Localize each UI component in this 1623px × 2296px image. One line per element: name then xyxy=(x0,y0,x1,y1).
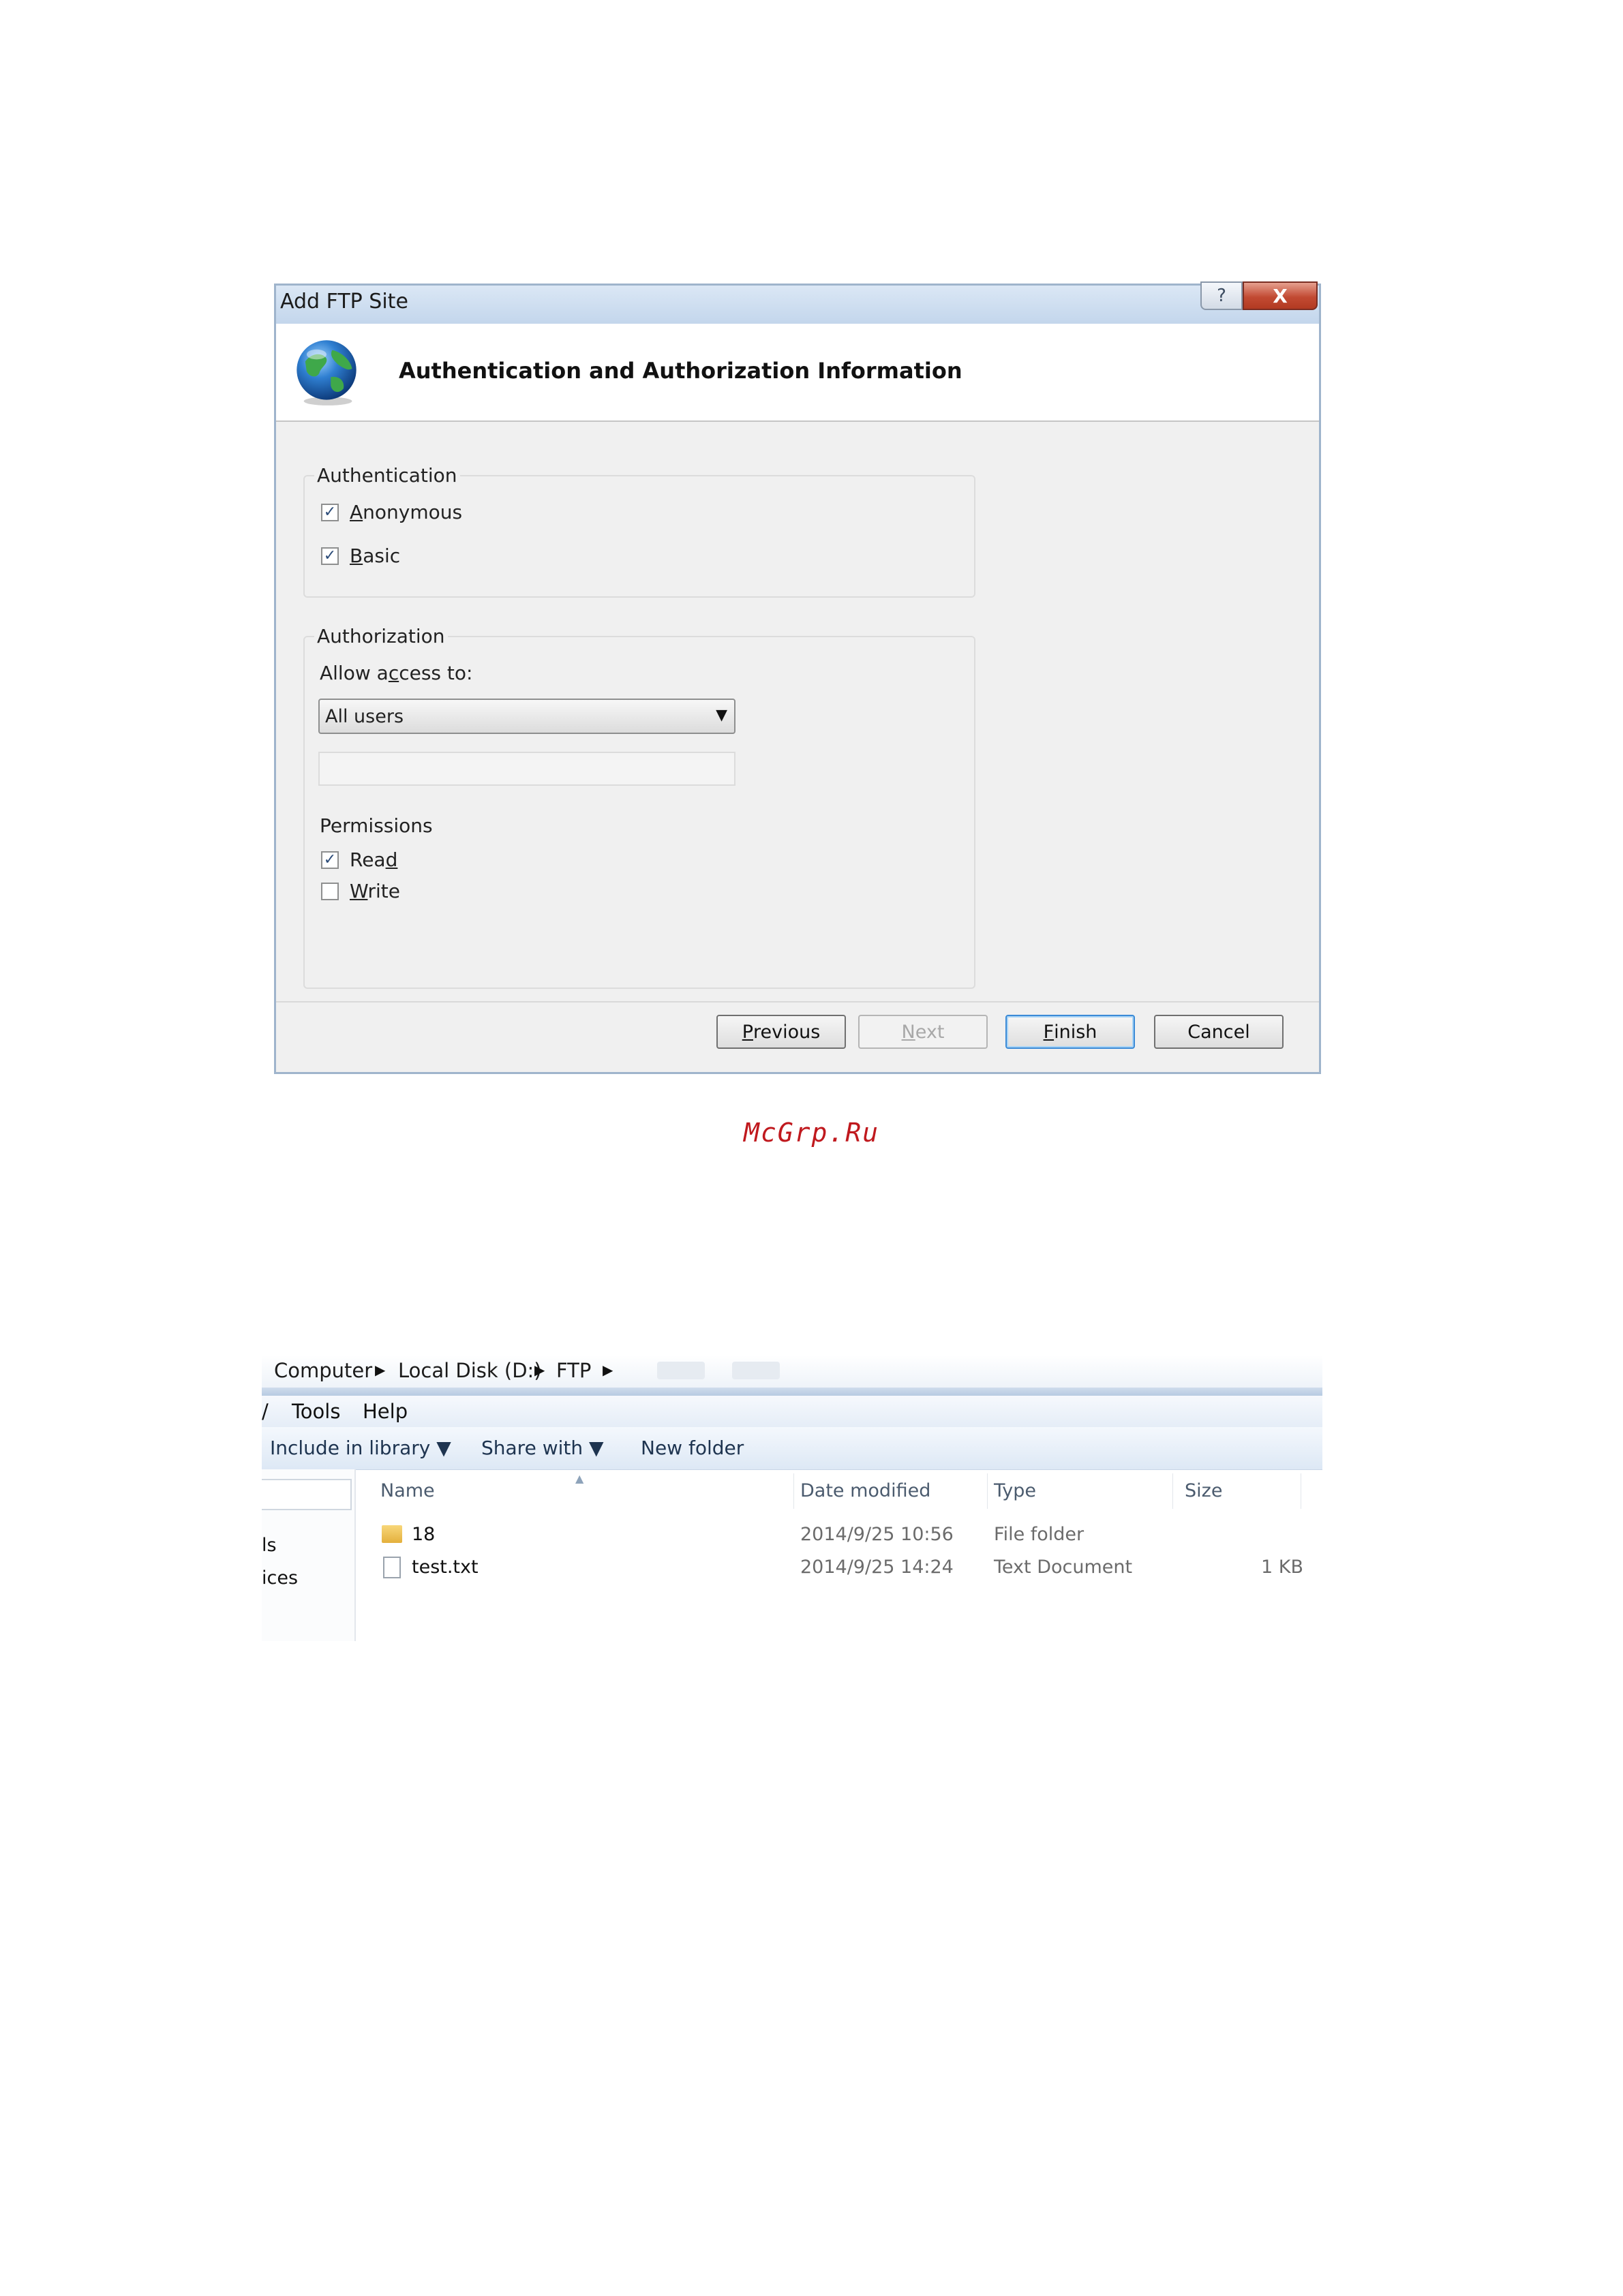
explorer-window: Computer ▶ Local Disk (D:) ▶ FTP ▶ / Too… xyxy=(262,1355,1322,1641)
blurred-crumb xyxy=(732,1362,780,1379)
file-date: 2014/9/25 14:24 xyxy=(800,1557,954,1578)
sort-ascending-icon: ▲ xyxy=(575,1472,584,1485)
file-name: test.txt xyxy=(412,1557,479,1578)
column-separator[interactable] xyxy=(793,1473,794,1509)
dropdown-arrow-icon: ▼ xyxy=(716,707,727,724)
file-name: 18 xyxy=(412,1524,436,1545)
authorization-label: Authorization xyxy=(314,625,448,647)
file-type: Text Document xyxy=(994,1557,1133,1578)
help-icon: ? xyxy=(1217,286,1226,306)
navigation-pane: ls ices xyxy=(262,1469,356,1641)
column-separator[interactable] xyxy=(1172,1473,1173,1509)
dialog-header: Authentication and Authorization Informa… xyxy=(276,324,1319,422)
breadcrumb-arrow-icon[interactable]: ▶ xyxy=(534,1362,545,1378)
breadcrumb-ftp[interactable]: FTP xyxy=(556,1359,591,1382)
share-with-button[interactable]: Share with ▼ xyxy=(481,1437,604,1459)
anonymous-label[interactable]: Anonymous xyxy=(350,501,462,523)
page-title: Authentication and Authorization Informa… xyxy=(399,358,962,384)
allow-access-value: All users xyxy=(325,706,404,727)
nav-selected-item[interactable] xyxy=(262,1479,352,1510)
menu-item-help[interactable]: Help xyxy=(363,1400,408,1423)
menu-item-tools[interactable]: Tools xyxy=(292,1400,340,1423)
text-file-icon xyxy=(383,1557,401,1578)
folder-icon xyxy=(382,1525,402,1543)
add-ftp-site-dialog: Add FTP Site ? X Authentication and Auth… xyxy=(274,281,1321,1074)
write-checkbox[interactable] xyxy=(321,883,339,900)
address-bar[interactable]: Computer ▶ Local Disk (D:) ▶ FTP ▶ xyxy=(262,1355,1322,1388)
next-button[interactable]: Next xyxy=(858,1015,988,1049)
allow-access-label: Allow access to: xyxy=(320,662,473,684)
column-header-date[interactable]: Date modified xyxy=(800,1480,930,1501)
nav-item[interactable]: ices xyxy=(262,1567,298,1589)
read-label[interactable]: Read xyxy=(350,848,397,871)
breadcrumb-arrow-icon[interactable]: ▶ xyxy=(375,1362,385,1378)
new-folder-button[interactable]: New folder xyxy=(641,1437,744,1459)
dialog-titlebar[interactable]: Add FTP Site ? X xyxy=(276,281,1319,324)
footer-divider xyxy=(276,1001,1319,1002)
blurred-crumb xyxy=(657,1362,705,1379)
command-toolbar: Include in library ▼ Share with ▼ New fo… xyxy=(262,1427,1322,1470)
cancel-button[interactable]: Cancel xyxy=(1154,1015,1284,1049)
watermark-text: McGrp.Ru xyxy=(743,1118,880,1148)
check-icon: ✓ xyxy=(323,851,337,868)
write-label[interactable]: Write xyxy=(350,880,400,902)
read-checkbox[interactable]: ✓ xyxy=(321,851,339,869)
breadcrumb-computer[interactable]: Computer xyxy=(274,1359,372,1382)
check-icon: ✓ xyxy=(323,547,337,564)
breadcrumb-local-disk[interactable]: Local Disk (D:) xyxy=(398,1359,542,1382)
user-names-input[interactable] xyxy=(318,752,735,786)
menu-item-cut[interactable]: / xyxy=(262,1400,269,1423)
file-row[interactable]: 18 2014/9/25 10:56 File folder xyxy=(378,1520,1305,1551)
file-type: File folder xyxy=(994,1524,1084,1545)
authentication-label: Authentication xyxy=(314,464,460,487)
globe-icon xyxy=(297,340,357,405)
authorization-group xyxy=(303,636,975,989)
anonymous-checkbox[interactable]: ✓ xyxy=(321,504,339,521)
nav-item[interactable]: ls xyxy=(262,1535,277,1556)
column-header-size[interactable]: Size xyxy=(1185,1480,1222,1501)
menu-bar: / Tools Help xyxy=(262,1396,1322,1428)
breadcrumb-arrow-icon[interactable]: ▶ xyxy=(603,1362,613,1378)
basic-label[interactable]: Basic xyxy=(350,545,400,567)
help-button[interactable]: ? xyxy=(1200,281,1243,310)
close-icon: X xyxy=(1273,284,1288,307)
include-in-library-button[interactable]: Include in library ▼ xyxy=(270,1437,451,1459)
finish-button[interactable]: Finish xyxy=(1005,1015,1135,1049)
file-row[interactable]: test.txt 2014/9/25 14:24 Text Document 1… xyxy=(378,1552,1305,1584)
check-icon: ✓ xyxy=(323,504,337,521)
column-separator[interactable] xyxy=(987,1473,988,1509)
column-header-name[interactable]: Name xyxy=(380,1480,435,1501)
file-date: 2014/9/25 10:56 xyxy=(800,1524,954,1545)
permissions-label: Permissions xyxy=(320,814,433,837)
file-size: 1 KB xyxy=(1261,1557,1303,1578)
previous-button[interactable]: Previous xyxy=(716,1015,846,1049)
dialog-title: Add FTP Site xyxy=(280,290,408,313)
authentication-group xyxy=(303,475,975,598)
address-band xyxy=(262,1388,1322,1396)
column-header-type[interactable]: Type xyxy=(994,1480,1036,1501)
basic-checkbox[interactable]: ✓ xyxy=(321,547,339,565)
allow-access-select[interactable]: All users ▼ xyxy=(318,699,735,734)
close-button[interactable]: X xyxy=(1243,281,1318,310)
